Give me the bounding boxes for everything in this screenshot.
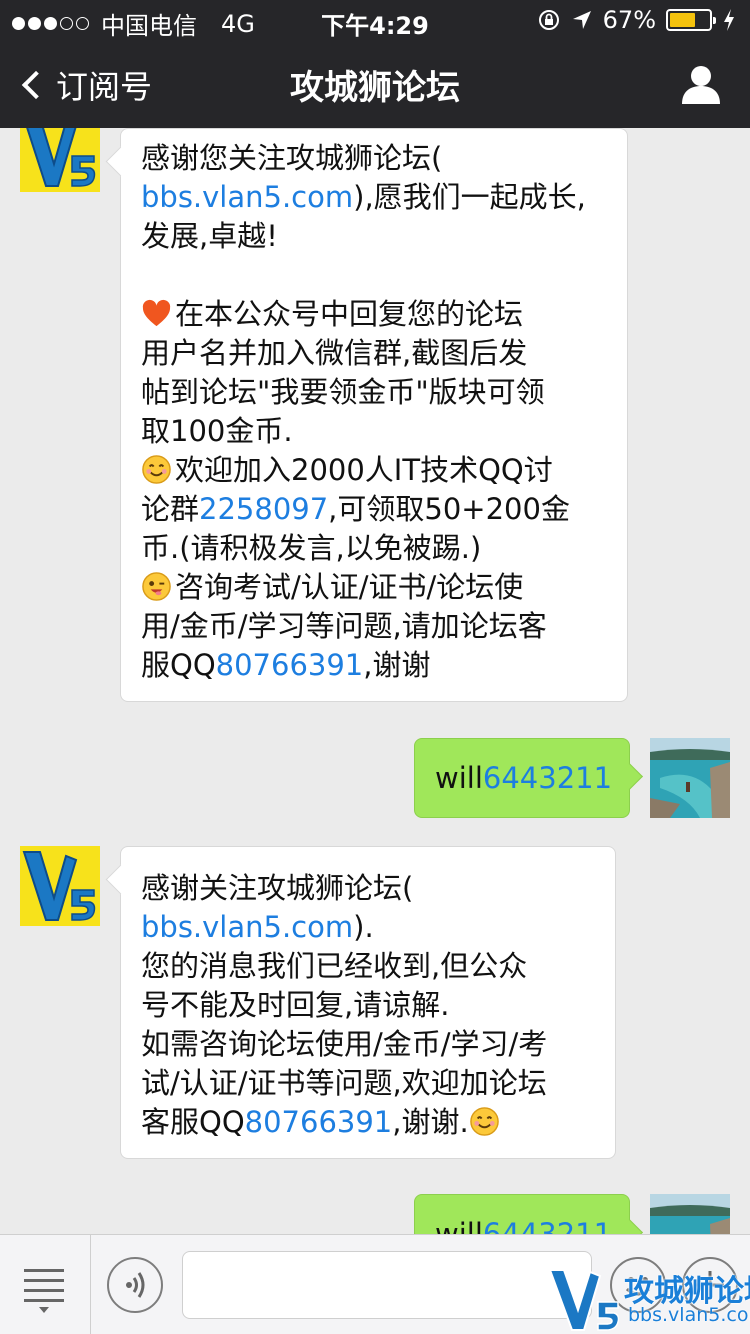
charging-icon	[724, 9, 734, 31]
status-right: 67%	[537, 6, 736, 34]
battery-icon	[666, 9, 716, 31]
message-line: 欢迎加入2000人IT技术QQ讨	[141, 451, 607, 490]
back-button[interactable]: 订阅号	[18, 62, 152, 108]
v5-logo-icon[interactable]	[20, 128, 100, 192]
watermark: 攻城狮论坛 bbs.vlan5.com	[548, 1266, 750, 1332]
number-link[interactable]: 6443211	[483, 1217, 612, 1234]
voice-icon	[126, 1272, 145, 1298]
message-line: 您的消息我们已经收到,但公众	[141, 949, 528, 983]
forum-link[interactable]: bbs.vlan5.com	[141, 910, 353, 944]
battery-fill	[670, 13, 696, 27]
message-line: 咨询考试/认证/证书/论坛使	[141, 568, 607, 607]
status-bar: 中国电信 4G 下午4:29 67%	[0, 0, 750, 40]
forum-link[interactable]: bbs.vlan5.com	[141, 180, 353, 214]
top-bar: 中国电信 4G 下午4:29 67% 订阅号 攻城狮论坛	[0, 0, 750, 128]
message-line: 帖到论坛"我要领金币"版块可领	[141, 375, 545, 409]
message-line: 试/认证/证书等问题,欢迎加论坛	[141, 1066, 547, 1100]
message-bubble-3[interactable]: 感谢关注攻城狮论坛( bbs.vlan5.com). 您的消息我们已经收到,但公…	[120, 846, 616, 1159]
person-icon[interactable]	[680, 64, 722, 104]
message-line: 论群2258097,可领取50+200金	[141, 492, 570, 526]
message-line: 如需咨询论坛使用/金币/学习/考	[141, 1027, 548, 1061]
nav-bar: 订阅号 攻城狮论坛	[0, 40, 750, 128]
message-line: bbs.vlan5.com),愿我们一起成长,	[141, 180, 586, 214]
carrier-label: 中国电信	[101, 12, 197, 40]
user-avatar[interactable]	[650, 1194, 730, 1234]
heart-icon	[142, 299, 171, 327]
message-line: 客服QQ80766391,谢谢.	[141, 1103, 595, 1142]
message-line: 服QQ80766391,谢谢	[141, 648, 431, 682]
message-line: 用户名并加入微信群,截图后发	[141, 336, 528, 370]
divider	[90, 1235, 91, 1334]
qq-group-link[interactable]: 2258097	[199, 492, 328, 526]
chat-area[interactable]: 感谢您关注攻城狮论坛( bbs.vlan5.com),愿我们一起成长, 发展,卓…	[0, 128, 750, 1234]
message-line: 发展,卓越!	[141, 219, 278, 253]
status-left: 中国电信 4G	[12, 6, 255, 41]
wink-icon	[142, 572, 171, 601]
watermark-logo-icon	[548, 1269, 620, 1331]
voice-button[interactable]	[107, 1257, 163, 1313]
smile-icon	[469, 1107, 499, 1136]
watermark-url: bbs.vlan5.com	[628, 1304, 750, 1326]
message-line: 用/金币/学习等问题,请加论坛客	[141, 609, 547, 643]
menu-list-icon[interactable]	[22, 1263, 70, 1315]
message-line: 在本公众号中回复您的论坛	[141, 295, 607, 334]
smile-icon	[142, 455, 171, 484]
signal-dots-icon	[12, 17, 89, 30]
message-line: 感谢关注攻城狮论坛(	[141, 871, 414, 905]
battery-percent: 67%	[602, 6, 656, 34]
message-input[interactable]	[182, 1251, 592, 1319]
v5-logo-icon[interactable]	[20, 846, 100, 926]
message-bubble-4[interactable]: will6443211	[414, 1194, 630, 1234]
message-bubble-2[interactable]: will6443211	[414, 738, 630, 818]
lock-rotation-icon	[538, 10, 559, 30]
back-chevron-icon	[21, 70, 51, 100]
back-label: 订阅号	[56, 68, 153, 106]
qq-service-link[interactable]: 80766391	[216, 648, 364, 682]
number-link[interactable]: 6443211	[483, 761, 612, 795]
qq-service-link[interactable]: 80766391	[245, 1105, 393, 1139]
message-line: 取100金币.	[141, 414, 293, 448]
user-avatar[interactable]	[650, 738, 730, 818]
network-label: 4G	[221, 9, 255, 38]
message-line: bbs.vlan5.com).	[141, 910, 374, 944]
location-arrow-icon	[572, 11, 591, 29]
message-bubble-1[interactable]: 感谢您关注攻城狮论坛( bbs.vlan5.com),愿我们一起成长, 发展,卓…	[120, 128, 628, 702]
message-line: 号不能及时回复,请谅解.	[141, 988, 450, 1022]
message-line: 感谢您关注攻城狮论坛(	[141, 141, 443, 175]
message-line: 币.(请积极发言,以免被踢.)	[141, 531, 482, 565]
